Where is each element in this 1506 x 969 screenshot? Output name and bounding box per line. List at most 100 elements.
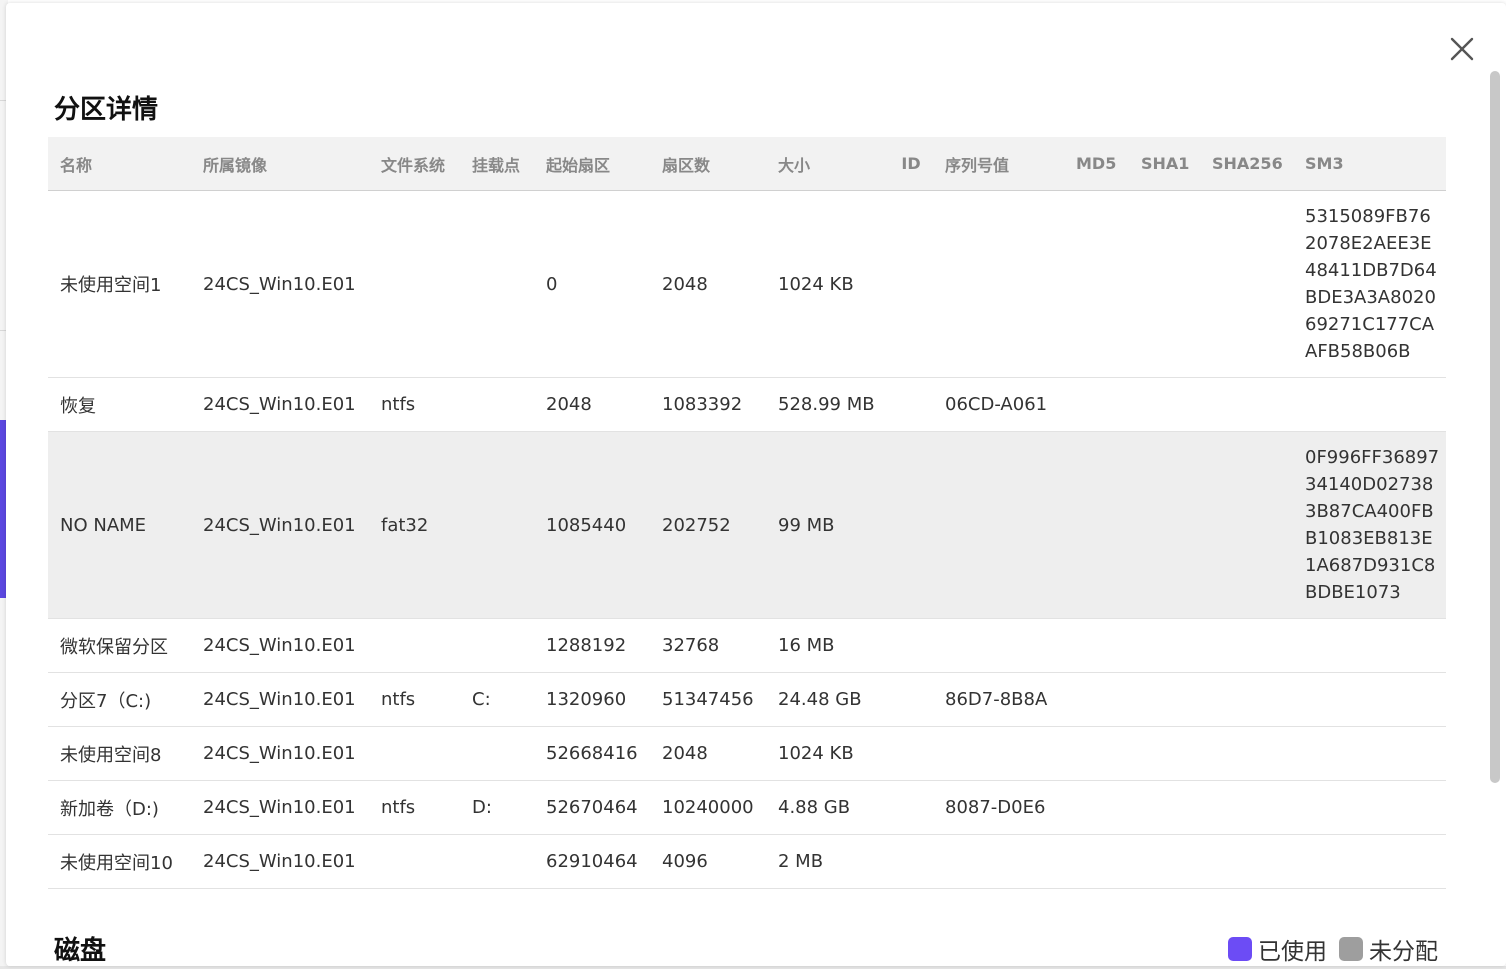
cell-count: 202752: [650, 431, 766, 619]
legend-swatch: [1339, 937, 1363, 961]
cell-name: 分区7（C:): [48, 672, 191, 727]
cell-image: 24CS_Win10.E01: [191, 726, 369, 781]
disk-title: 磁盘: [54, 936, 107, 966]
cell-serial: 86D7-8B8A: [933, 672, 1064, 727]
table-row[interactable]: 微软保留分区 24CS_Win10.E01 1288192 32768 16 MB: [48, 618, 1446, 673]
cell-size: 1024 KB: [766, 190, 889, 378]
legend-item: 未分配: [1339, 932, 1438, 966]
column-header: 挂载点: [460, 137, 534, 191]
cell-sha1: [1129, 377, 1200, 432]
cell-sha256: [1200, 726, 1293, 781]
cell-sha1: [1129, 780, 1200, 835]
close-icon: [1450, 37, 1474, 61]
partition-details-modal: 分区详情 名称 所属镜像 文件系统 挂载点 起始扇区 扇区数 大小 ID 序列号值 MD5 SHA1…: [6, 3, 1506, 966]
column-header: SM3: [1293, 137, 1446, 191]
cell-sm3: [1293, 780, 1446, 835]
sm3-hash-line: 69271C177CA: [1305, 314, 1435, 335]
cell-size: 1024 KB: [766, 726, 889, 781]
cell-sm3: 5315089FB76 2078E2AEE3E 48411DB7D64 BDE3A3A…: [1293, 190, 1446, 378]
scrollbar-thumb[interactable]: [1490, 71, 1500, 783]
cell-image: 24CS_Win10.E01: [191, 780, 369, 835]
cell-mount: [460, 190, 534, 378]
cell-image: 24CS_Win10.E01: [191, 431, 369, 619]
cell-serial: [933, 431, 1064, 619]
sm3-hash-line: 1A687D931C8: [1305, 555, 1436, 576]
table-row[interactable]: 未使用空间10 24CS_Win10.E01 62910464 4096 2 MB: [48, 834, 1446, 889]
cell-id: [889, 780, 933, 835]
cell-serial: [933, 618, 1064, 673]
column-header: 所属镜像: [191, 137, 369, 191]
table-row[interactable]: 未使用空间1 24CS_Win10.E01 0 2048 1024 KB 5315089F…: [48, 190, 1446, 378]
cell-count: 32768: [650, 618, 766, 673]
close-button[interactable]: [1446, 33, 1478, 65]
column-header: 起始扇区: [534, 137, 650, 191]
cell-mount: [460, 431, 534, 619]
cell-id: [889, 726, 933, 781]
cell-serial: [933, 726, 1064, 781]
cell-start: 1320960: [534, 672, 650, 727]
cell-image: 24CS_Win10.E01: [191, 672, 369, 727]
sm3-hash-line: BDBE1073: [1305, 582, 1401, 603]
cell-size: 528.99 MB: [766, 377, 889, 432]
table-header-row: 名称 所属镜像 文件系统 挂载点 起始扇区 扇区数 大小 ID 序列号值 MD5 SHA1 SHA25…: [48, 137, 1446, 191]
cell-start: 52670464: [534, 780, 650, 835]
cell-md5: [1064, 834, 1129, 889]
cell-name: 未使用空间1: [48, 190, 191, 378]
cell-mount: [460, 726, 534, 781]
cell-md5: [1064, 377, 1129, 432]
cell-count: 1083392: [650, 377, 766, 432]
sm3-hash-line: 0F996FF36897: [1305, 447, 1440, 468]
cell-sha256: [1200, 190, 1293, 378]
cell-sm3: [1293, 672, 1446, 727]
cell-start: 2048: [534, 377, 650, 432]
cell-md5: [1064, 190, 1129, 378]
cell-start: 1085440: [534, 431, 650, 619]
cell-sha1: [1129, 672, 1200, 727]
cell-name: 新加卷（D:): [48, 780, 191, 835]
cell-name: 恢复: [48, 377, 191, 432]
sm3-hash-line: 2078E2AEE3E: [1305, 233, 1432, 254]
sm3-hash-line: AFB58B06B: [1305, 341, 1411, 362]
cell-id: [889, 190, 933, 378]
table-row[interactable]: NO NAME 24CS_Win10.E01 fat32 1085440 202752 9…: [48, 431, 1446, 619]
column-header: 序列号值: [933, 137, 1064, 191]
cell-mount: D:: [460, 780, 534, 835]
cell-serial: [933, 190, 1064, 378]
column-header: SHA256: [1200, 137, 1293, 191]
cell-start: 0: [534, 190, 650, 378]
table-row[interactable]: 新加卷（D:) 24CS_Win10.E01 ntfs D: 52670464 10240…: [48, 780, 1446, 835]
legend-label: 未分配: [1369, 939, 1438, 965]
cell-count: 2048: [650, 190, 766, 378]
cell-sha256: [1200, 431, 1293, 619]
cell-image: 24CS_Win10.E01: [191, 377, 369, 432]
legend-swatch: [1228, 937, 1252, 961]
cell-fs: fat32: [369, 431, 460, 619]
legend-item: 已使用: [1228, 932, 1327, 966]
cell-fs: [369, 190, 460, 378]
column-header: 扇区数: [650, 137, 766, 191]
sm3-hash-line: 34140D02738: [1305, 474, 1434, 495]
cell-fs: [369, 726, 460, 781]
table-row[interactable]: 未使用空间8 24CS_Win10.E01 52668416 2048 1024 KB: [48, 726, 1446, 781]
cell-image: 24CS_Win10.E01: [191, 834, 369, 889]
cell-size: 24.48 GB: [766, 672, 889, 727]
sm3-hash-line: 3B87CA400FB: [1305, 501, 1434, 522]
column-header: ID: [889, 137, 933, 191]
cell-sha256: [1200, 618, 1293, 673]
cell-mount: [460, 618, 534, 673]
column-header: 大小: [766, 137, 889, 191]
table-row[interactable]: 分区7（C:) 24CS_Win10.E01 ntfs C: 1320960 513474…: [48, 672, 1446, 727]
cell-sha1: [1129, 726, 1200, 781]
cell-sha256: [1200, 780, 1293, 835]
cell-serial: 8087-D0E6: [933, 780, 1064, 835]
sm3-hash-line: 5315089FB76: [1305, 206, 1431, 227]
cell-start: 52668416: [534, 726, 650, 781]
cell-name: 未使用空间10: [48, 834, 191, 889]
cell-size: 16 MB: [766, 618, 889, 673]
cell-sha256: [1200, 834, 1293, 889]
cell-sha256: [1200, 672, 1293, 727]
cell-id: [889, 618, 933, 673]
cell-md5: [1064, 726, 1129, 781]
cell-sha256: [1200, 377, 1293, 432]
table-row[interactable]: 恢复 24CS_Win10.E01 ntfs 2048 1083392 528.99 MB…: [48, 377, 1446, 432]
